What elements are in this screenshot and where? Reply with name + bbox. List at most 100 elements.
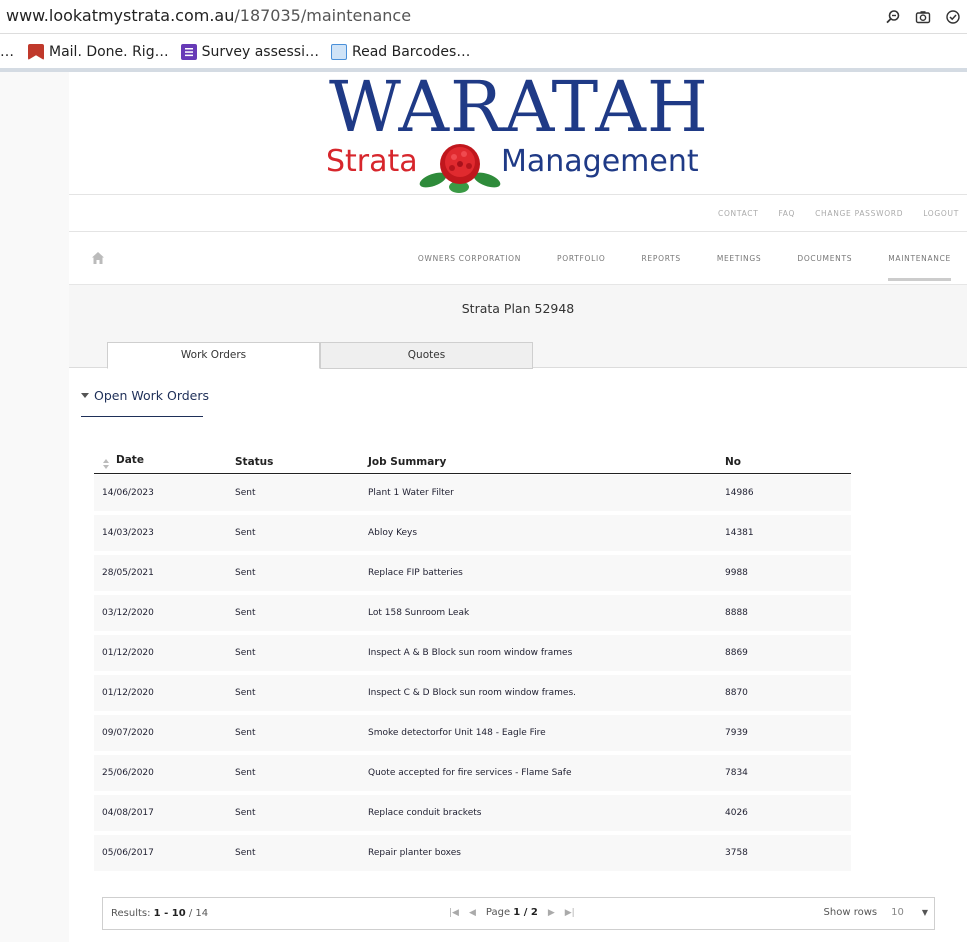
tab-work-orders[interactable]: Work Orders bbox=[107, 342, 320, 369]
strata-plan-title: Strata Plan 52948 bbox=[461, 301, 575, 316]
table-row[interactable]: 28/05/2021 Sent Replace FIP batteries 9988 bbox=[94, 554, 851, 594]
form-bookmark-icon bbox=[180, 44, 197, 60]
show-rows-label: Show rows bbox=[823, 907, 878, 918]
header-status[interactable]: Status bbox=[235, 456, 273, 468]
header-date[interactable]: Date bbox=[116, 454, 144, 466]
header-job-summary[interactable]: Job Summary bbox=[368, 456, 446, 468]
table-header: Date Status Job Summary No bbox=[94, 452, 851, 474]
cell-status: Sent bbox=[235, 648, 256, 658]
logo-title: WARATAH bbox=[329, 66, 709, 148]
cell-no: 8870 bbox=[725, 688, 748, 698]
show-rows: Show rows 10 ▼ bbox=[824, 907, 928, 918]
nav-meetings[interactable]: MEETINGS bbox=[717, 254, 762, 263]
table-row[interactable]: 14/06/2023 Sent Plant 1 Water Filter 14986 bbox=[94, 474, 851, 514]
table-row[interactable]: 01/12/2020 Sent Inspect C & D Block sun ro… bbox=[94, 674, 851, 714]
results-summary: Results: 1 - 10 / 14 bbox=[111, 908, 208, 919]
bookmark-label: Survey assessi… bbox=[201, 44, 319, 60]
cell-status: Sent bbox=[235, 688, 256, 698]
check-shield-icon[interactable] bbox=[943, 7, 963, 27]
nav-reports[interactable]: REPORTS bbox=[642, 254, 681, 263]
bookmark-barcodes[interactable]: Read Barcodes… bbox=[331, 44, 470, 60]
cell-status: Sent bbox=[235, 488, 256, 498]
next-page-icon[interactable]: ▶ bbox=[548, 908, 555, 918]
bookmark-mail[interactable]: Mail. Done. Rig… bbox=[28, 44, 169, 60]
bookmark-survey[interactable]: Survey assessi… bbox=[180, 44, 319, 60]
cell-no: 3758 bbox=[725, 848, 748, 858]
header-divider bbox=[69, 194, 967, 195]
page-controls: |◀ ◀ Page 1 / 2 ▶ ▶| bbox=[449, 907, 575, 918]
table-row[interactable]: 09/07/2020 Sent Smoke detectorfor Unit 148… bbox=[94, 714, 851, 754]
cell-date: 09/07/2020 bbox=[102, 728, 154, 738]
table-row[interactable]: 05/06/2017 Sent Repair planter boxes 3758 bbox=[94, 834, 851, 874]
url-path: /187035/maintenance bbox=[234, 6, 412, 25]
cell-no: 14381 bbox=[725, 528, 754, 538]
logo-word-strata: Strata bbox=[326, 144, 418, 179]
cell-status: Sent bbox=[235, 808, 256, 818]
browser-url-bar[interactable]: www.lookatmystrata.com.au/187035/mainten… bbox=[0, 0, 967, 34]
results-label: Results: bbox=[111, 908, 151, 919]
bookmarks-bar: … Mail. Done. Rig… Survey assessi… Read … bbox=[0, 36, 967, 68]
nav-owners-corporation[interactable]: OWNERS CORPORATION bbox=[418, 254, 521, 263]
contact-link[interactable]: CONTACT bbox=[718, 209, 758, 218]
cell-status: Sent bbox=[235, 848, 256, 858]
sort-icon[interactable] bbox=[103, 459, 109, 469]
tab-quotes[interactable]: Quotes bbox=[320, 342, 533, 369]
home-icon[interactable] bbox=[91, 251, 105, 265]
nav-maintenance[interactable]: MAINTENANCE bbox=[888, 254, 951, 281]
last-page-icon[interactable]: ▶| bbox=[565, 908, 575, 918]
cell-no: 8869 bbox=[725, 648, 748, 658]
cell-date: 14/03/2023 bbox=[102, 528, 154, 538]
cell-date: 01/12/2020 bbox=[102, 648, 154, 658]
cell-job-summary: Quote accepted for fire services - Flame… bbox=[368, 768, 572, 778]
cell-status: Sent bbox=[235, 608, 256, 618]
plan-header-band: Strata Plan 52948 Work Orders Quotes bbox=[69, 284, 967, 369]
barcode-bookmark-icon bbox=[331, 44, 347, 60]
cell-job-summary: Inspect C & D Block sun room window fram… bbox=[368, 688, 576, 698]
waratah-logo[interactable]: WARATAH Strata Management bbox=[326, 66, 712, 194]
utility-links: CONTACT FAQ CHANGE PASSWORD LOGOUT bbox=[718, 209, 959, 218]
open-work-orders-toggle[interactable]: Open Work Orders bbox=[81, 388, 209, 403]
url-text[interactable]: www.lookatmystrata.com.au/187035/mainten… bbox=[6, 6, 411, 25]
zoom-icon[interactable] bbox=[883, 7, 903, 27]
cell-no: 4026 bbox=[725, 808, 748, 818]
table-row[interactable]: 14/03/2023 Sent Abloy Keys 14381 bbox=[94, 514, 851, 554]
change-password-link[interactable]: CHANGE PASSWORD bbox=[815, 209, 903, 218]
faq-link[interactable]: FAQ bbox=[778, 209, 795, 218]
first-page-icon[interactable]: |◀ bbox=[449, 908, 459, 918]
caret-down-icon bbox=[81, 393, 89, 398]
camera-icon[interactable] bbox=[913, 7, 933, 27]
page-indicator: Page 1 / 2 bbox=[486, 907, 538, 918]
cell-no: 14986 bbox=[725, 488, 754, 498]
bookmarks-overflow[interactable]: … bbox=[0, 44, 14, 60]
nav-portfolio[interactable]: PORTFOLIO bbox=[557, 254, 605, 263]
cell-job-summary: Replace conduit brackets bbox=[368, 808, 482, 818]
page-gutter bbox=[0, 72, 69, 942]
logout-link[interactable]: LOGOUT bbox=[923, 209, 959, 218]
section-underline bbox=[81, 416, 203, 417]
cell-job-summary: Repair planter boxes bbox=[368, 848, 461, 858]
table-row[interactable]: 01/12/2020 Sent Inspect A & B Block sun ro… bbox=[94, 634, 851, 674]
cell-no: 7834 bbox=[725, 768, 748, 778]
cell-date: 28/05/2021 bbox=[102, 568, 154, 578]
cell-status: Sent bbox=[235, 568, 256, 578]
cell-date: 05/06/2017 bbox=[102, 848, 154, 858]
dropdown-caret-icon: ▼ bbox=[921, 908, 928, 917]
page: WARATAH Strata Management CONTACT FAQ CH… bbox=[69, 66, 967, 942]
cell-job-summary: Lot 158 Sunroom Leak bbox=[368, 608, 470, 618]
show-rows-select[interactable]: 10 ▼ bbox=[891, 907, 928, 918]
header-no[interactable]: No bbox=[725, 456, 741, 468]
bookmark-label: Mail. Done. Rig… bbox=[49, 44, 169, 60]
nav-documents[interactable]: DOCUMENTS bbox=[797, 254, 852, 263]
table-row[interactable]: 03/12/2020 Sent Lot 158 Sunroom Leak 8888 bbox=[94, 594, 851, 634]
cell-job-summary: Abloy Keys bbox=[368, 528, 418, 538]
cell-job-summary: Smoke detectorfor Unit 148 - Eagle Fire bbox=[368, 728, 546, 738]
prev-page-icon[interactable]: ◀ bbox=[469, 908, 476, 918]
cell-status: Sent bbox=[235, 528, 256, 538]
main-nav: OWNERS CORPORATION PORTFOLIO REPORTS MEE… bbox=[69, 232, 967, 284]
cell-no: 9988 bbox=[725, 568, 748, 578]
table-row[interactable]: 04/08/2017 Sent Replace conduit brackets 40… bbox=[94, 794, 851, 834]
logo-word-management: Management bbox=[501, 144, 699, 179]
table-row[interactable]: 25/06/2020 Sent Quote accepted for fire se… bbox=[94, 754, 851, 794]
cell-date: 01/12/2020 bbox=[102, 688, 154, 698]
mail-bookmark-icon bbox=[28, 44, 44, 60]
